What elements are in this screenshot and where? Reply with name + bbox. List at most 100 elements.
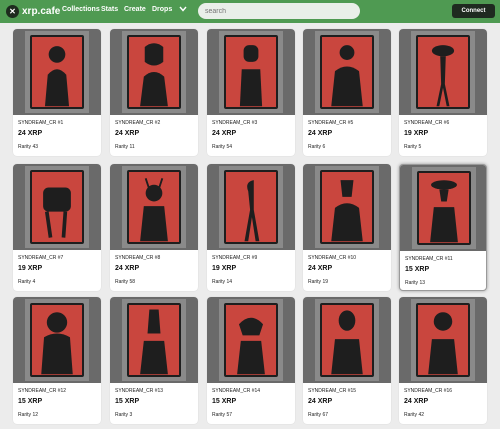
- nft-name: SYNDREAM_CR #1: [18, 120, 64, 126]
- nft-rarity: Rarity 12: [18, 412, 39, 418]
- nft-artwork: [399, 29, 487, 115]
- character-silhouette: [239, 45, 263, 107]
- artwork-panel: [320, 35, 374, 109]
- nft-artwork: [13, 297, 101, 383]
- nft-price: 24 XRP: [308, 265, 333, 272]
- nft-card[interactable]: SYNDREAM_CR #8 24 XRP Rarity 58: [110, 164, 198, 291]
- nft-name: SYNDREAM_CR #11: [405, 256, 453, 262]
- nft-artwork: [303, 164, 391, 250]
- nft-rarity: Rarity 42: [404, 412, 425, 418]
- artwork-panel: [127, 303, 181, 377]
- nft-rarity: Rarity 14: [212, 279, 233, 285]
- character-silhouette: [140, 309, 168, 375]
- nft-card[interactable]: SYNDREAM_CR #7 19 XRP Rarity 4: [13, 164, 101, 291]
- nav-drops[interactable]: Drops: [152, 6, 172, 13]
- nft-price: 24 XRP: [212, 130, 237, 137]
- nft-card[interactable]: SYNDREAM_CR #9 19 XRP Rarity 14: [207, 164, 295, 291]
- artwork-panel: [416, 35, 470, 109]
- nft-price: 24 XRP: [18, 130, 43, 137]
- nft-card[interactable]: SYNDREAM_CR #15 24 XRP Rarity 67: [303, 297, 391, 424]
- nft-rarity: Rarity 43: [18, 144, 39, 150]
- nft-name: SYNDREAM_CR #8: [115, 255, 161, 261]
- nft-price: 24 XRP: [308, 130, 333, 137]
- nft-price: 24 XRP: [115, 265, 140, 272]
- nft-rarity: Rarity 67: [308, 412, 329, 418]
- nft-name: SYNDREAM_CR #2: [115, 120, 161, 126]
- nft-rarity: Rarity 13: [405, 280, 426, 286]
- character-silhouette: [431, 45, 455, 107]
- nav-stats[interactable]: Stats: [101, 6, 118, 13]
- nav-create[interactable]: Create: [124, 6, 146, 13]
- nft-rarity: Rarity 6: [308, 144, 326, 150]
- nft-artwork: [110, 29, 198, 115]
- connect-wallet-button[interactable]: Connect: [452, 4, 495, 18]
- nft-card[interactable]: SYNDREAM_CR #13 15 XRP Rarity 3: [110, 297, 198, 424]
- nft-card[interactable]: SYNDREAM_CR #1 24 XRP Rarity 43: [13, 29, 101, 156]
- character-silhouette: [428, 312, 458, 375]
- nft-rarity: Rarity 57: [212, 412, 233, 418]
- artwork-panel: [30, 35, 84, 109]
- nft-name: SYNDREAM_CR #5: [308, 120, 354, 126]
- nft-card[interactable]: SYNDREAM_CR #10 24 XRP Rarity 19: [303, 164, 391, 291]
- nft-price: 15 XRP: [212, 398, 237, 405]
- chevron-down-icon[interactable]: [179, 5, 187, 14]
- nft-price: 24 XRP: [404, 398, 429, 405]
- xrp-logo-icon: ✕: [6, 4, 19, 18]
- character-silhouette: [237, 317, 265, 375]
- nft-name: SYNDREAM_CR #9: [212, 255, 258, 261]
- character-silhouette: [331, 45, 363, 107]
- site-logo[interactable]: ✕ xrp.cafe: [6, 4, 60, 18]
- nft-rarity: Rarity 19: [308, 279, 329, 285]
- nft-price: 15 XRP: [405, 266, 430, 273]
- artwork-panel: [320, 303, 374, 377]
- nft-rarity: Rarity 4: [18, 279, 36, 285]
- nft-name: SYNDREAM_CR #6: [404, 120, 450, 126]
- nft-price: 19 XRP: [212, 265, 237, 272]
- nft-rarity: Rarity 11: [115, 144, 135, 150]
- nft-price: 24 XRP: [308, 398, 333, 405]
- nft-artwork: [13, 29, 101, 115]
- artwork-panel: [30, 303, 84, 377]
- artwork-panel: [416, 303, 470, 377]
- nft-artwork: [303, 297, 391, 383]
- character-silhouette: [140, 178, 168, 242]
- nft-artwork: [207, 297, 295, 383]
- nft-rarity: Rarity 54: [212, 144, 233, 150]
- nft-card[interactable]: SYNDREAM_CR #14 15 XRP Rarity 57: [207, 297, 295, 424]
- nft-rarity: Rarity 3: [115, 412, 133, 418]
- artwork-panel: [127, 35, 181, 109]
- character-silhouette: [430, 180, 458, 243]
- nft-name: SYNDREAM_CR #3: [212, 120, 258, 126]
- nft-card[interactable]: SYNDREAM_CR #6 19 XRP Rarity 5: [399, 29, 487, 156]
- nft-card[interactable]: SYNDREAM_CR #16 24 XRP Rarity 42: [399, 297, 487, 424]
- nft-card[interactable]: SYNDREAM_CR #3 24 XRP Rarity 54: [207, 29, 295, 156]
- top-navigation-bar: ✕ xrp.cafe Collections Stats Create Drop…: [0, 0, 500, 23]
- nav-collections[interactable]: Collections: [62, 6, 100, 13]
- nft-rarity: Rarity 58: [115, 279, 136, 285]
- nft-card[interactable]: SYNDREAM_CR #5 24 XRP Rarity 6: [303, 29, 391, 156]
- character-silhouette: [41, 312, 73, 375]
- character-silhouette: [43, 187, 71, 238]
- nft-artwork: [303, 29, 391, 115]
- artwork-panel: [224, 303, 278, 377]
- artwork-panel: [224, 170, 278, 244]
- nft-name: SYNDREAM_CR #12: [18, 388, 67, 394]
- nft-grid: SYNDREAM_CR #1 24 XRP Rarity 43 SYNDREAM_CR…: [0, 23, 500, 429]
- nft-artwork: [400, 165, 486, 251]
- artwork-panel: [30, 170, 84, 244]
- nft-name: SYNDREAM_CR #10: [308, 255, 357, 261]
- nft-price: 19 XRP: [18, 265, 43, 272]
- nft-artwork: [399, 297, 487, 383]
- nft-name: SYNDREAM_CR #14: [212, 388, 261, 394]
- artwork-panel: [417, 171, 471, 245]
- nft-price: 19 XRP: [404, 130, 429, 137]
- artwork-panel: [320, 170, 374, 244]
- search-input[interactable]: [198, 3, 360, 19]
- nft-artwork: [110, 297, 198, 383]
- nft-card[interactable]: SYNDREAM_CR #11 15 XRP Rarity 13: [399, 164, 487, 291]
- nft-card[interactable]: SYNDREAM_CR #12 15 XRP Rarity 12: [13, 297, 101, 424]
- nft-name: SYNDREAM_CR #15: [308, 388, 357, 394]
- nft-card[interactable]: SYNDREAM_CR #2 24 XRP Rarity 11: [110, 29, 198, 156]
- nft-rarity: Rarity 5: [404, 144, 422, 150]
- site-logo-text: xrp.cafe: [22, 5, 61, 17]
